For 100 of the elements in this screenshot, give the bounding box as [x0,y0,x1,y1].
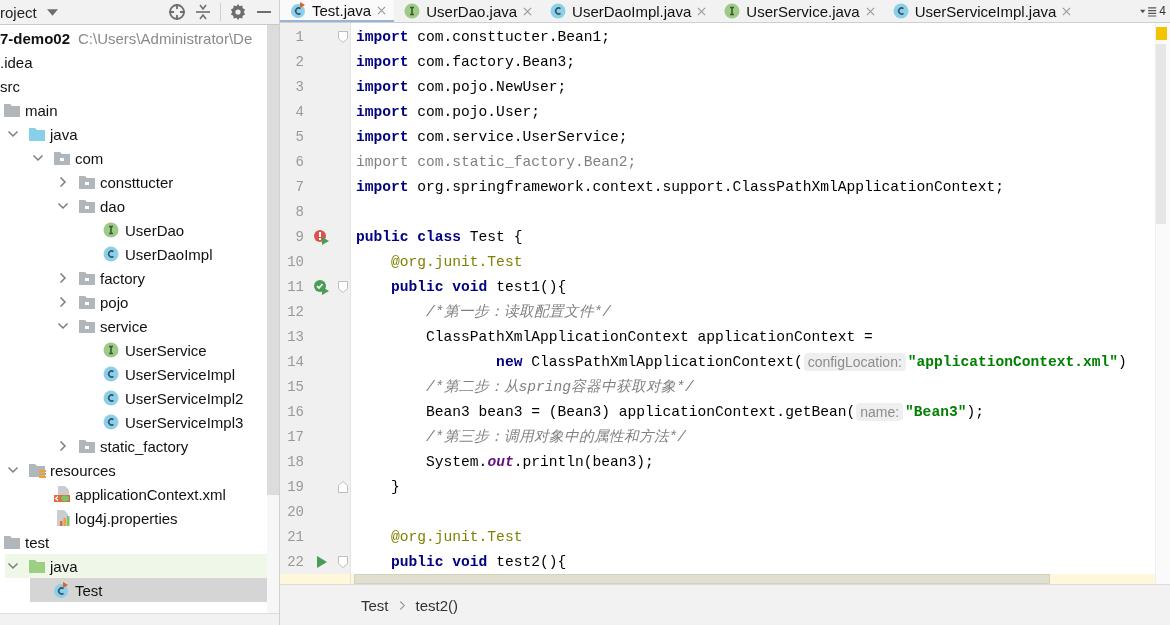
test-class-icon [290,2,306,18]
code-token: new [495,353,523,370]
fold-marker-icon[interactable] [338,555,348,568]
tree-item[interactable]: java [50,125,78,143]
tree-item[interactable]: main [25,101,58,119]
chevron-right-icon[interactable] [57,272,69,284]
fold-marker-icon[interactable] [338,280,348,293]
line-number: 20 [286,503,304,520]
tree-item[interactable]: resources [50,461,116,479]
code-token: ); [966,403,984,420]
fold-marker-icon[interactable] [338,480,348,493]
chevron-right-icon[interactable] [57,176,69,188]
class-icon [103,366,119,382]
line-number: 11 [286,278,304,295]
chevron-down-icon[interactable] [57,320,69,332]
resources-folder-icon [28,462,46,478]
scrollbar-thumb[interactable] [1156,44,1166,224]
class-icon [103,246,119,262]
code-token: } [390,478,400,495]
line-number: 14 [286,353,304,370]
editor-tab[interactable]: UserDaoImpl.java [540,0,715,22]
chevron-down-icon[interactable] [7,560,19,572]
editor-tab[interactable]: Test.java [280,0,395,22]
class-icon [103,390,119,406]
tree-item[interactable]: pojo [100,293,129,311]
package-icon [78,438,96,454]
tab-overflow-button[interactable]: 4 [1140,4,1170,18]
code-token: Test { [468,228,523,245]
code-token: /*第二步：从spring容器中获取对象*/ [425,377,694,396]
package-icon [78,270,96,286]
close-icon[interactable] [697,6,707,16]
run-passed-icon[interactable] [313,278,329,295]
chevron-down-icon[interactable] [57,200,69,212]
settings-icon[interactable] [229,3,247,21]
fold-marker-icon[interactable] [338,30,348,43]
tree-item[interactable]: UserDaoImpl [125,245,213,263]
package-icon [78,318,96,334]
line-number: 19 [286,478,304,495]
tree-item[interactable]: service [100,317,148,335]
tree-item[interactable]: dao [100,197,126,215]
code-token: ) [1118,353,1127,370]
tree-item[interactable]: test [25,533,50,551]
run-failed-icon[interactable] [313,228,329,245]
tree-item[interactable]: UserService [125,341,207,359]
tree-item[interactable]: UserDao [125,221,185,239]
folder-icon [28,558,46,574]
locate-icon[interactable] [168,3,186,21]
tree-item[interactable]: java [50,557,78,575]
tree-item[interactable]: consttucter [100,173,174,191]
tree-item[interactable]: Test [75,581,103,599]
code-token: com.factory.Bean3; [416,53,575,70]
code-token: "Bean3" [905,403,967,420]
code-token: public void [390,553,488,570]
breadcrumb-item[interactable]: Test [361,596,389,614]
warning-marker[interactable] [1156,27,1167,40]
tree-item[interactable]: static_factory [100,437,189,455]
tree-item[interactable]: UserServiceImpl3 [125,413,244,431]
editor-tab[interactable]: UserService.java [714,0,883,22]
line-number: 18 [286,453,304,470]
code-token: /*第三步：调用对象中的属性和方法*/ [425,428,687,446]
tree-item[interactable]: com [75,149,104,167]
tree-item[interactable]: 7-demo02 [0,29,71,47]
parameter-hint: name: [856,402,904,421]
panel-title[interactable]: roject [0,3,37,21]
chevron-right-icon[interactable] [57,296,69,308]
code-token: com.service.UserService; [416,128,628,145]
tab-label: UserServiceImpl.java [914,2,1057,20]
chevron-right-icon[interactable] [57,440,69,452]
run-icon[interactable] [314,554,328,569]
tab-label: UserService.java [746,2,860,20]
class-icon [892,3,909,19]
tree-item[interactable]: applicationContext.xml [75,485,226,503]
tree-item[interactable]: factory [100,269,145,287]
close-icon[interactable] [377,5,387,15]
tree-item[interactable]: .idea [0,53,33,71]
editor-tab[interactable]: UserDao.java [394,0,541,22]
chevron-down-icon[interactable] [32,152,44,164]
scrollbar-thumb[interactable] [267,25,279,495]
line-number: 2 [294,53,304,70]
caret-icon[interactable] [46,8,58,16]
project-path: C:\Users\Administrator\De [78,29,253,47]
code-token: /*第一步：读取配置文件*/ [425,303,612,321]
chevron-down-icon[interactable] [7,464,19,476]
tree-item[interactable]: UserServiceImpl2 [125,389,244,407]
code-token: ClassPathXmlApplicationContext( [530,353,803,370]
line-number: 21 [286,528,304,545]
collapse-all-icon[interactable] [194,3,212,21]
line-number: 6 [294,153,304,170]
close-icon[interactable] [1062,6,1072,16]
tree-item[interactable]: log4j.properties [75,509,178,527]
chevron-down-icon[interactable] [7,128,19,140]
tree-item[interactable]: UserServiceImpl [125,365,236,383]
line-number: 10 [286,253,304,270]
close-icon[interactable] [523,6,533,16]
line-number: 1 [294,28,304,45]
tree-item[interactable]: src [0,77,20,95]
breadcrumb-item[interactable]: test2() [415,596,459,614]
code-token: @org.junit.Test [390,253,523,270]
editor-tab[interactable]: UserServiceImpl.java [882,0,1080,22]
close-icon[interactable] [865,6,875,16]
